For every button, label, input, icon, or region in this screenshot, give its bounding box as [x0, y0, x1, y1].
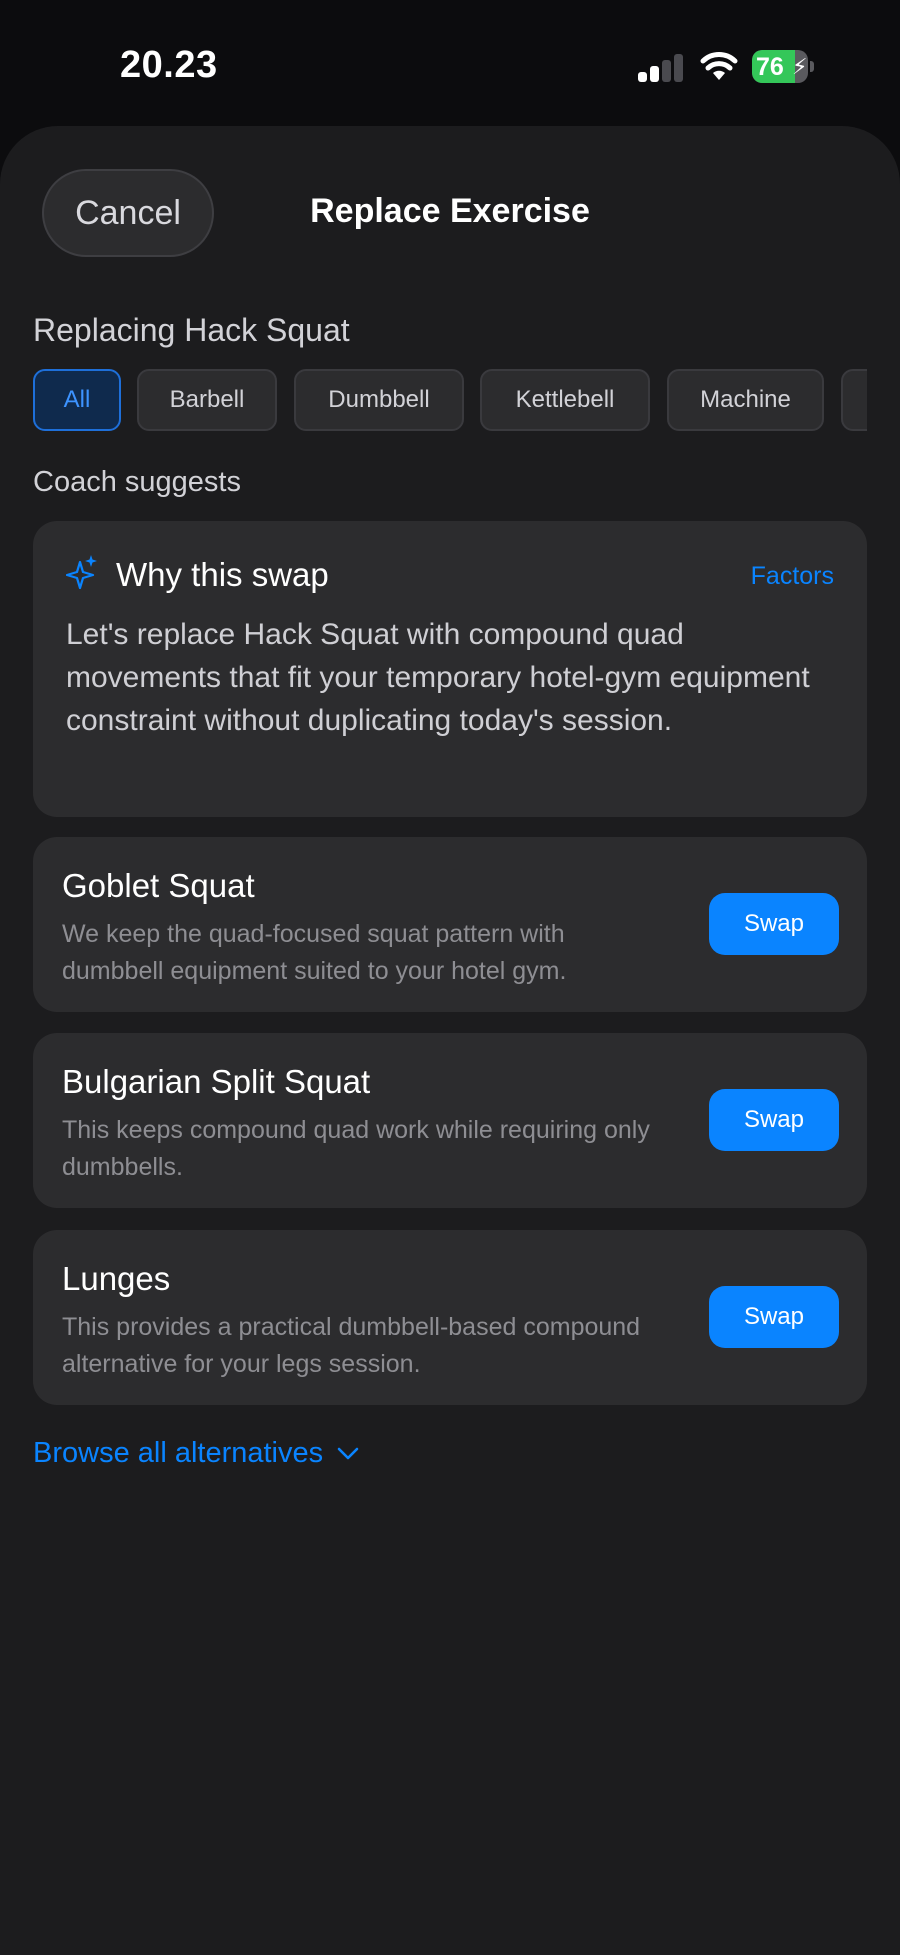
alternative-description: This provides a practical dumbbell-based… — [62, 1313, 641, 1378]
replace-exercise-sheet: Cancel Replace Exercise Replacing Hack S… — [0, 126, 900, 1955]
filter-chip-all[interactable]: All — [33, 369, 121, 431]
why-this-swap-card: Why this swap Factors Let's replace Hack… — [33, 521, 867, 817]
equipment-filter-chips: All Barbell Dumbbell Kettlebell Machine — [33, 369, 867, 431]
filter-chip-kettlebell[interactable]: Kettlebell — [480, 369, 650, 431]
swap-button-bulgarian-split-squat[interactable]: Swap — [709, 1089, 839, 1151]
why-this-swap-title: Why this swap — [116, 556, 329, 593]
swap-button-goblet-squat[interactable]: Swap — [709, 893, 839, 955]
battery-icon: 76 ⚡ — [752, 50, 814, 83]
alternative-card-bulgarian-split-squat: Bulgarian Split Squat This keeps compoun… — [33, 1033, 867, 1208]
battery-percent: 76 — [756, 53, 784, 81]
filter-chip-dumbbell[interactable]: Dumbbell — [294, 369, 464, 431]
wifi-icon — [700, 52, 738, 80]
alternative-name: Bulgarian Split Squat — [62, 1063, 371, 1100]
status-time: 20.23 — [120, 44, 218, 86]
why-this-swap-text: Let's replace Hack Squat with compound q… — [66, 618, 810, 737]
browse-all-alternatives-button[interactable]: Browse all alternatives — [33, 1437, 359, 1470]
sparkle-icon — [66, 555, 97, 590]
browse-all-alternatives-label: Browse all alternatives — [33, 1437, 324, 1469]
charging-bolt-icon: ⚡ — [792, 54, 808, 79]
cancel-button[interactable]: Cancel — [42, 169, 214, 257]
filter-chip-barbell[interactable]: Barbell — [137, 369, 277, 431]
replacing-label: Replacing Hack Squat — [33, 312, 350, 348]
filter-chip-machine[interactable]: Machine — [667, 369, 824, 431]
alternative-name: Goblet Squat — [62, 867, 255, 904]
cellular-signal-icon — [638, 52, 684, 82]
alternative-description: This keeps compound quad work while requ… — [62, 1116, 650, 1181]
status-bar: 20.23 76 ⚡ — [0, 0, 900, 126]
swap-button-lunges[interactable]: Swap — [709, 1286, 839, 1348]
sheet-title: Replace Exercise — [310, 192, 590, 230]
coach-suggests-label: Coach suggests — [33, 466, 241, 498]
alternative-name: Lunges — [62, 1260, 171, 1297]
alternative-card-goblet-squat: Goblet Squat We keep the quad-focused sq… — [33, 837, 867, 1012]
alternative-description: We keep the quad-focused squat pattern w… — [62, 920, 567, 985]
factors-link[interactable]: Factors — [751, 562, 834, 591]
alternative-card-lunges: Lunges This provides a practical dumbbel… — [33, 1230, 867, 1405]
filter-chip-overflow[interactable] — [841, 369, 867, 431]
chevron-down-icon — [337, 1447, 359, 1459]
